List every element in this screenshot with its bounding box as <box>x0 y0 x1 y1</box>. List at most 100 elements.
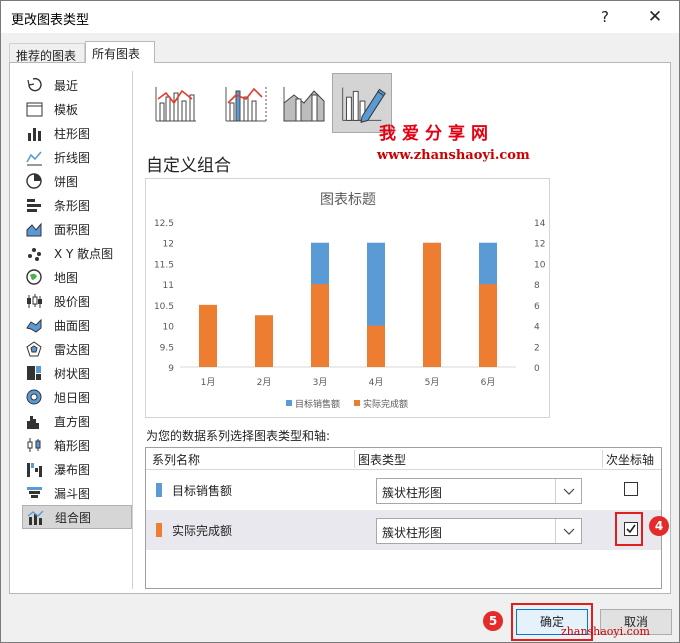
sidebar-item-waterfall-chart[interactable]: 瀑布图 <box>22 457 132 481</box>
chart-type-select[interactable]: 簇状柱形图 <box>376 518 582 544</box>
watermark-text: 我爱分享网 <box>379 124 494 144</box>
x-tick-label: 5月 <box>425 377 440 388</box>
series-row-target-sales: 目标销售额 簇状柱形图 <box>146 470 661 510</box>
tab-recommended-charts[interactable]: 推荐的图表 <box>9 43 85 63</box>
scatter-chart-icon <box>24 244 44 262</box>
y-primary-tick-label: 12.5 <box>154 219 174 229</box>
subtype-stacked-area-column[interactable] <box>274 73 334 133</box>
change-chart-type-dialog: 更改图表类型 ? ✕ 推荐的图表 所有图表 最近模板柱形图折线图饼图条形图面积图… <box>0 0 680 643</box>
series-color-swatch <box>156 523 162 537</box>
y-primary-tick-label: 11 <box>163 281 174 291</box>
y-secondary-tick-label: 12 <box>534 240 545 250</box>
bar-actual-completed <box>199 304 217 367</box>
sidebar-item-label: 曲面图 <box>54 318 91 333</box>
header-divider <box>602 450 603 468</box>
sidebar-item-label: 条形图 <box>54 198 91 213</box>
y-primary-tick-label: 11.5 <box>154 260 174 270</box>
chevron-down-icon[interactable] <box>555 519 581 543</box>
y-secondary-tick-label: 2 <box>534 343 540 353</box>
sidebar-item-box-whisker-chart[interactable]: 箱形图 <box>22 433 132 457</box>
legend-label: 目标销售额 <box>295 398 340 410</box>
series-name: 实际完成额 <box>172 524 233 538</box>
line-chart-icon <box>24 148 44 166</box>
sidebar-divider <box>132 71 133 589</box>
series-row-actual-completed: 实际完成额 簇状柱形图 <box>146 510 661 550</box>
sidebar-item-label: 模板 <box>54 102 79 117</box>
clustered-column-line-icon <box>155 87 196 122</box>
sidebar-item-label: 地图 <box>54 270 79 285</box>
template-icon <box>24 100 44 118</box>
sidebar-item-label: 组合图 <box>55 510 92 525</box>
subtype-clustered-column-line[interactable] <box>146 73 206 133</box>
step-badge-5: 5 <box>483 611 503 631</box>
treemap-chart-icon <box>24 364 44 382</box>
stacked-area-column-icon <box>283 87 325 122</box>
y-primary-tick-label: 10 <box>163 323 175 333</box>
sidebar-item-sunburst-chart[interactable]: 旭日图 <box>22 385 132 409</box>
chart-type-select[interactable]: 簇状柱形图 <box>376 478 582 504</box>
series-prompt: 为您的数据系列选择图表类型和轴: <box>146 429 331 443</box>
tab-all-charts[interactable]: 所有图表 <box>85 41 155 63</box>
help-button[interactable]: ? <box>591 5 619 29</box>
recent-icon <box>24 76 44 94</box>
y-secondary-tick-label: 14 <box>534 219 546 229</box>
y-secondary-tick-label: 8 <box>534 281 540 291</box>
bar-actual-completed <box>423 242 441 367</box>
bar-actual-completed <box>255 315 273 367</box>
sidebar-item-label: 箱形图 <box>54 438 91 453</box>
y-primary-tick-label: 10.5 <box>154 302 174 312</box>
sidebar-item-label: 饼图 <box>54 174 79 189</box>
chart-preview: 图表标题 12.5 12 11.5 11 10.5 10 9.5 9 14 12 10 8 6 4 2 0 1月 2… <box>145 178 550 418</box>
sidebar-item-map-chart[interactable]: 地图 <box>22 265 132 289</box>
sidebar-item-label: 最近 <box>54 78 79 93</box>
sidebar-item-surface-chart[interactable]: 曲面图 <box>22 313 132 337</box>
sidebar-item-combo-chart[interactable]: 组合图 <box>22 505 132 529</box>
x-tick-label: 3月 <box>313 377 328 388</box>
series-name: 目标销售额 <box>172 484 233 498</box>
step-badge-4: 4 <box>649 516 669 536</box>
sidebar-item-area-chart[interactable]: 面积图 <box>22 217 132 241</box>
sidebar-item-line-chart[interactable]: 折线图 <box>22 145 132 169</box>
close-button[interactable]: ✕ <box>641 5 669 29</box>
sidebar-item-pie-chart[interactable]: 饼图 <box>22 169 132 193</box>
sidebar-item-histogram-chart[interactable]: 直方图 <box>22 409 132 433</box>
legend-swatch <box>286 400 292 406</box>
highlight-box-secondary-axis <box>615 512 643 546</box>
legend-label: 实际完成额 <box>363 398 408 410</box>
combo-chart: 图表标题 12.5 12 11.5 11 10.5 10 9.5 9 14 12 10 8 6 4 2 0 1月 2… <box>154 192 546 410</box>
column-header-chart-type: 图表类型 <box>358 453 407 467</box>
sidebar-item-label: 折线图 <box>54 150 91 165</box>
sidebar-item-bar-chart[interactable]: 条形图 <box>22 193 132 217</box>
sidebar-item-stock-chart[interactable]: 股价图 <box>22 289 132 313</box>
waterfall-chart-icon <box>24 460 44 478</box>
map-chart-icon <box>24 268 44 286</box>
sidebar-item-label: 旭日图 <box>54 390 91 405</box>
chart-title: 图表标题 <box>320 192 376 208</box>
series-table: 系列名称 图表类型 次坐标轴 目标销售额 簇状柱形图 实际完成额 簇状柱形图 <box>145 447 662 589</box>
sidebar-item-scatter-chart[interactable]: X Y 散点图 <box>22 241 132 265</box>
histogram-chart-icon <box>24 412 44 430</box>
area-chart-icon <box>24 220 44 238</box>
series-color-swatch <box>156 483 162 497</box>
sidebar-item-radar-chart[interactable]: 雷达图 <box>22 337 132 361</box>
stock-chart-icon <box>24 292 44 310</box>
column-chart-icon <box>24 124 44 142</box>
chart-type-value: 簇状柱形图 <box>382 526 443 540</box>
sidebar-item-treemap-chart[interactable]: 树状图 <box>22 361 132 385</box>
chart-type-value: 簇状柱形图 <box>382 486 443 500</box>
secondary-axis-checkbox[interactable] <box>624 482 638 496</box>
series-table-header: 系列名称 图表类型 次坐标轴 <box>146 448 661 470</box>
dialog-title: 更改图表类型 <box>11 13 90 28</box>
subtype-clustered-column-line-secondary[interactable] <box>216 73 276 133</box>
footer-watermark-url: zhanshaoyi.com <box>561 625 650 638</box>
sidebar-item-funnel-chart[interactable]: 漏斗图 <box>22 481 132 505</box>
sidebar-item-template[interactable]: 模板 <box>22 97 132 121</box>
chevron-down-icon[interactable] <box>555 479 581 503</box>
y-secondary-tick-label: 6 <box>534 302 540 312</box>
x-tick-label: 1月 <box>201 377 216 388</box>
sidebar-item-recent[interactable]: 最近 <box>22 73 132 97</box>
y-secondary-tick-label: 10 <box>534 260 546 270</box>
sidebar-item-label: X Y 散点图 <box>54 246 114 261</box>
legend-swatch <box>354 400 360 406</box>
sidebar-item-column-chart[interactable]: 柱形图 <box>22 121 132 145</box>
